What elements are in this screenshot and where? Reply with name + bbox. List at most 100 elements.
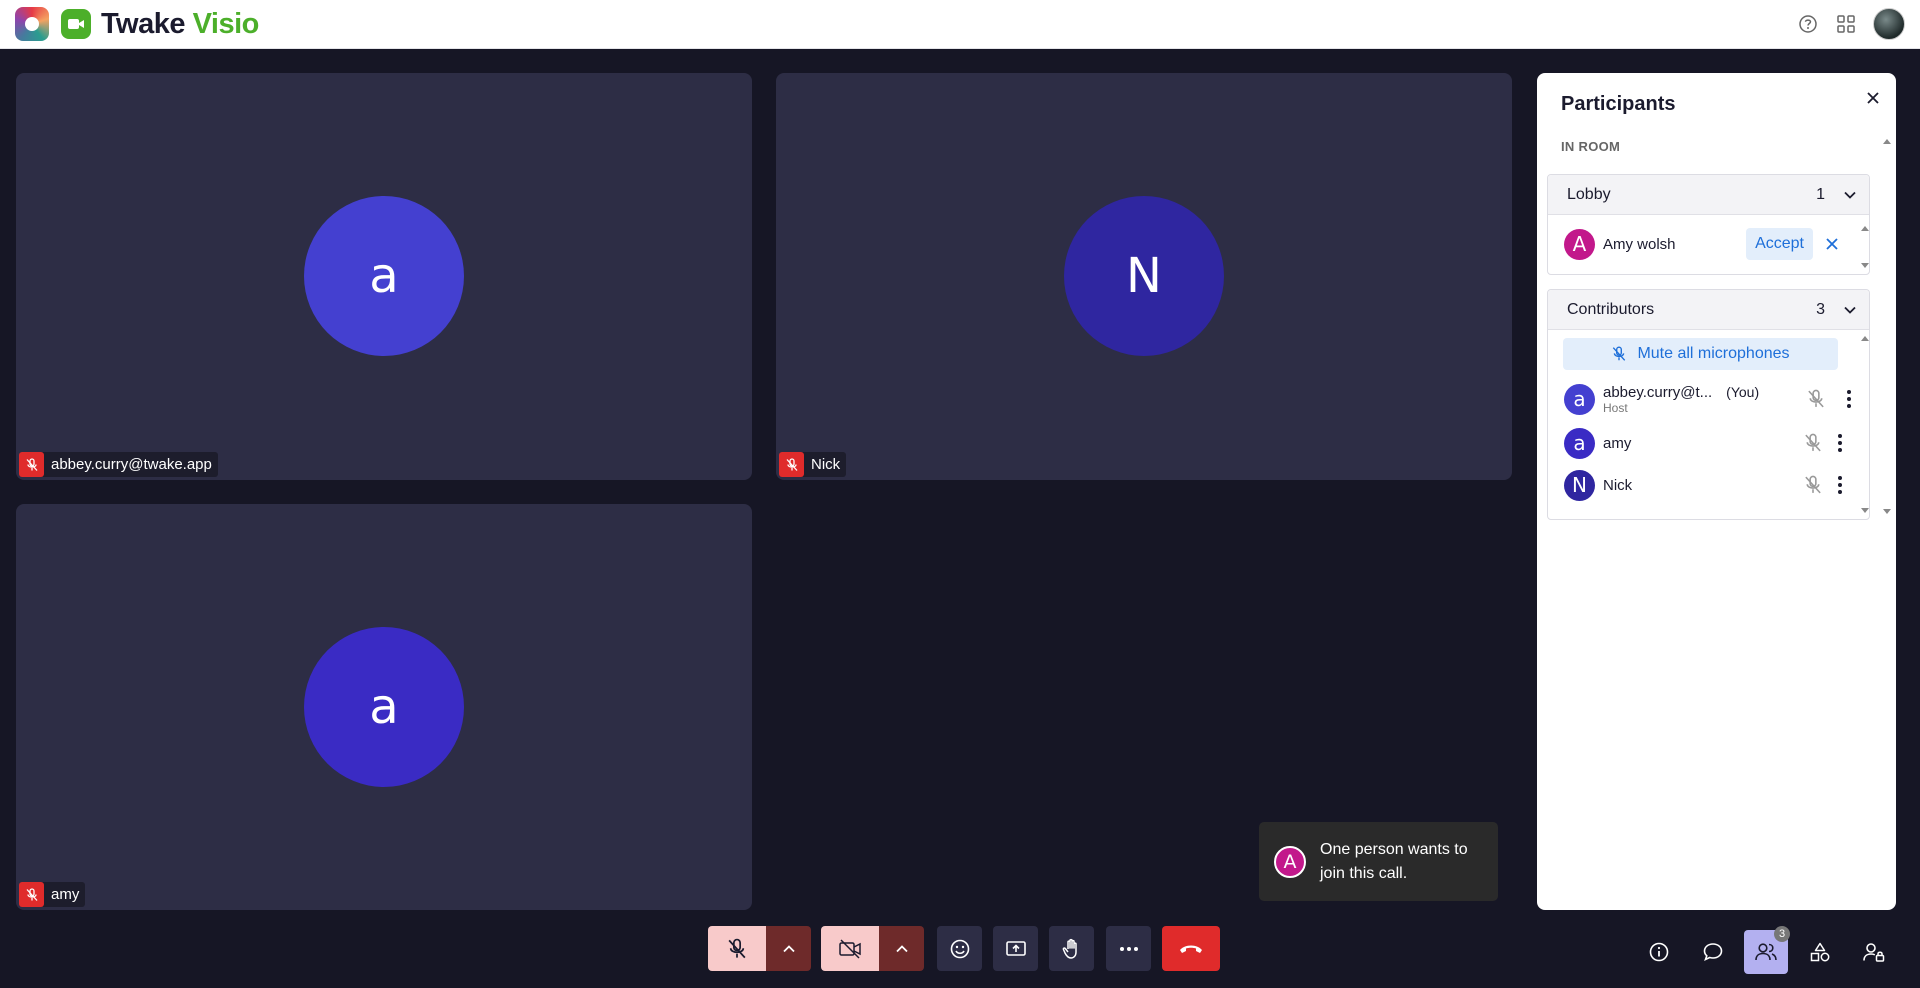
tile-name: amy [51,886,80,903]
mic-off-icon[interactable] [1803,433,1823,453]
contributor-avatar: a [1564,383,1595,415]
in-room-label: IN ROOM [1561,139,1621,154]
panel-scroll-up-icon[interactable] [1883,139,1891,144]
raise-hand-button[interactable] [1049,926,1094,971]
apps-grid-icon[interactable] [1835,13,1857,35]
lobby-label: Lobby [1567,185,1611,203]
user-avatar[interactable] [1873,8,1905,40]
contributor-row: N Nick [1548,464,1869,506]
tile-name: Nick [811,456,841,473]
more-vertical-icon[interactable] [1846,389,1852,409]
you-tag: (You) [1726,383,1760,400]
chevron-up-icon [782,944,795,952]
panel-title: Participants [1561,93,1676,115]
mic-off-icon [1613,346,1626,361]
tile-label: abbey.curry@twake.app [19,452,218,477]
mic-off-icon[interactable] [1803,475,1823,495]
user-lock-icon [1863,943,1885,962]
microphone-toggle-button[interactable] [708,926,766,971]
app-header: Twake Visio [0,0,1920,49]
brand-name-visio: Visio [192,7,260,40]
help-icon[interactable] [1797,13,1819,35]
screen-share-icon [1005,940,1026,956]
participants-panel: Participants IN ROOM Lobby 1 A Amy wolsh… [1537,73,1896,910]
contributors-label: Contributors [1567,300,1655,318]
contributor-row: a amy [1548,422,1869,464]
phone-hangup-icon [1180,945,1202,953]
toast-avatar: A [1274,845,1306,878]
tile-avatar: a [304,627,464,787]
hang-up-button[interactable] [1162,926,1220,971]
chevron-down-icon[interactable] [1843,303,1857,317]
contributors-section: Contributors 3 Mute all microphones a ab… [1547,289,1870,520]
lobby-avatar: A [1564,228,1595,260]
contributor-avatar: a [1564,427,1595,459]
shapes-icon [1810,942,1830,962]
lobby-count: 1 [1816,185,1825,203]
tile-name: abbey.curry@twake.app [51,456,212,473]
brand-name: Twake Visio [101,8,259,41]
lobby-section: Lobby 1 A Amy wolsh Accept [1547,174,1870,275]
smiley-icon [950,939,969,958]
video-camera-logo-icon [61,9,91,39]
contributor-name: abbey.curry@t... [1603,383,1713,401]
chat-bubble-icon [1703,943,1723,962]
camera-options-button[interactable] [879,926,924,971]
tile-label: amy [19,882,86,907]
close-icon[interactable] [1862,87,1884,109]
mute-all-button[interactable]: Mute all microphones [1563,338,1838,370]
host-role: Host [1603,400,1628,415]
lobby-header[interactable]: Lobby 1 [1548,175,1869,215]
contributors-header[interactable]: Contributors 3 [1548,290,1869,330]
accept-button[interactable]: Accept [1746,228,1813,260]
more-vertical-icon[interactable] [1837,433,1843,453]
camera-toggle-button[interactable] [821,926,879,971]
chevron-up-icon [895,944,908,952]
lobby-name: Amy wolsh [1603,235,1676,253]
twake-app-logo-icon[interactable] [15,7,49,41]
mic-off-icon [19,882,44,907]
contributor-row: a abbey.curry@t... (You) Host [1548,376,1869,422]
microphone-options-button[interactable] [766,926,811,971]
screen-share-button[interactable] [993,926,1038,971]
video-tile-abbey[interactable]: a abbey.curry@twake.app [16,73,752,480]
contributor-avatar: N [1564,469,1595,501]
contributors-scroll-down-icon[interactable] [1861,508,1869,513]
video-tile-amy[interactable]: a amy [16,504,752,910]
admin-button[interactable] [1852,930,1896,974]
mic-off-icon [19,452,44,477]
lobby-item: A Amy wolsh Accept [1548,215,1869,273]
mic-off-icon[interactable] [1806,389,1826,409]
tile-avatar: a [304,196,464,356]
contributor-name: Nick [1603,476,1633,494]
info-button[interactable] [1637,930,1681,974]
toast-message: One person wants to join this call. [1320,840,1468,882]
brand-name-twake: Twake [101,7,186,40]
hand-icon [1062,938,1077,959]
tile-label: Nick [779,452,847,477]
camera-off-icon [839,938,861,959]
info-icon [1649,942,1669,962]
participants-icon [1755,943,1777,961]
mic-off-icon [728,938,746,958]
mute-all-label: Mute all microphones [1637,345,1790,362]
mic-off-icon [779,452,804,477]
reactions-button[interactable] [937,926,982,971]
video-tile-nick[interactable]: N Nick [776,73,1512,480]
participants-count-badge: 3 [1774,926,1790,942]
deny-icon[interactable] [1817,229,1847,259]
tools-button[interactable] [1798,930,1842,974]
more-vertical-icon[interactable] [1837,475,1843,495]
contributor-name: amy [1603,434,1632,452]
brand[interactable]: Twake Visio [15,7,259,41]
lobby-scroll-up-icon[interactable] [1861,226,1869,231]
participants-button[interactable]: 3 [1744,926,1790,974]
tile-avatar: N [1064,196,1224,356]
chat-button[interactable] [1691,930,1735,974]
more-options-button[interactable] [1106,926,1151,971]
panel-scroll-down-icon[interactable] [1883,509,1891,514]
contributors-scroll-up-icon[interactable] [1861,336,1869,341]
lobby-scroll-down-icon[interactable] [1861,263,1869,268]
join-request-toast[interactable]: A One person wants to join this call. [1259,822,1498,901]
chevron-down-icon[interactable] [1843,188,1857,202]
